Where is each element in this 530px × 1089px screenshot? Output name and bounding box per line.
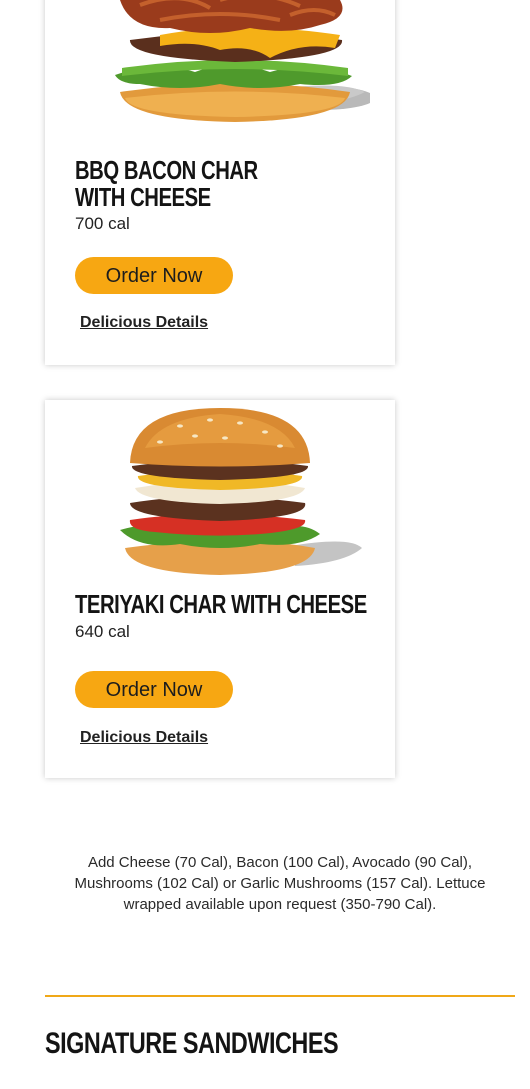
menu-item-name: TERIYAKI CHAR WITH CHEESE bbox=[75, 589, 367, 619]
menu-item-calories: 700 cal bbox=[75, 214, 130, 233]
order-now-button[interactable]: Order Now bbox=[75, 257, 233, 294]
delicious-details-link[interactable]: Delicious Details bbox=[80, 314, 208, 332]
add-ons-footnote: Add Cheese (70 Cal), Bacon (100 Cal), Av… bbox=[74, 854, 486, 913]
menu-item-card-teriyaki: TERIYAKI CHAR WITH CHEESE 640 cal Order … bbox=[45, 400, 395, 778]
menu-item-calories: 640 cal bbox=[75, 622, 130, 641]
teriyaki-burger-image[interactable] bbox=[100, 408, 370, 578]
delicious-details-link[interactable]: Delicious Details bbox=[80, 729, 208, 747]
menu-page: BBQ BACON CHAR WITH CHEESE 700 cal Order… bbox=[0, 0, 530, 1089]
section-divider bbox=[45, 995, 515, 997]
menu-item-card-bbq-bacon: BBQ BACON CHAR WITH CHEESE 700 cal Order… bbox=[45, 0, 395, 365]
bbq-bacon-burger-image[interactable] bbox=[100, 0, 370, 140]
menu-item-name: BBQ BACON CHAR WITH CHEESE bbox=[75, 155, 258, 212]
section-title: SIGNATURE SANDWICHES bbox=[45, 1027, 339, 1060]
order-now-button[interactable]: Order Now bbox=[75, 671, 233, 708]
